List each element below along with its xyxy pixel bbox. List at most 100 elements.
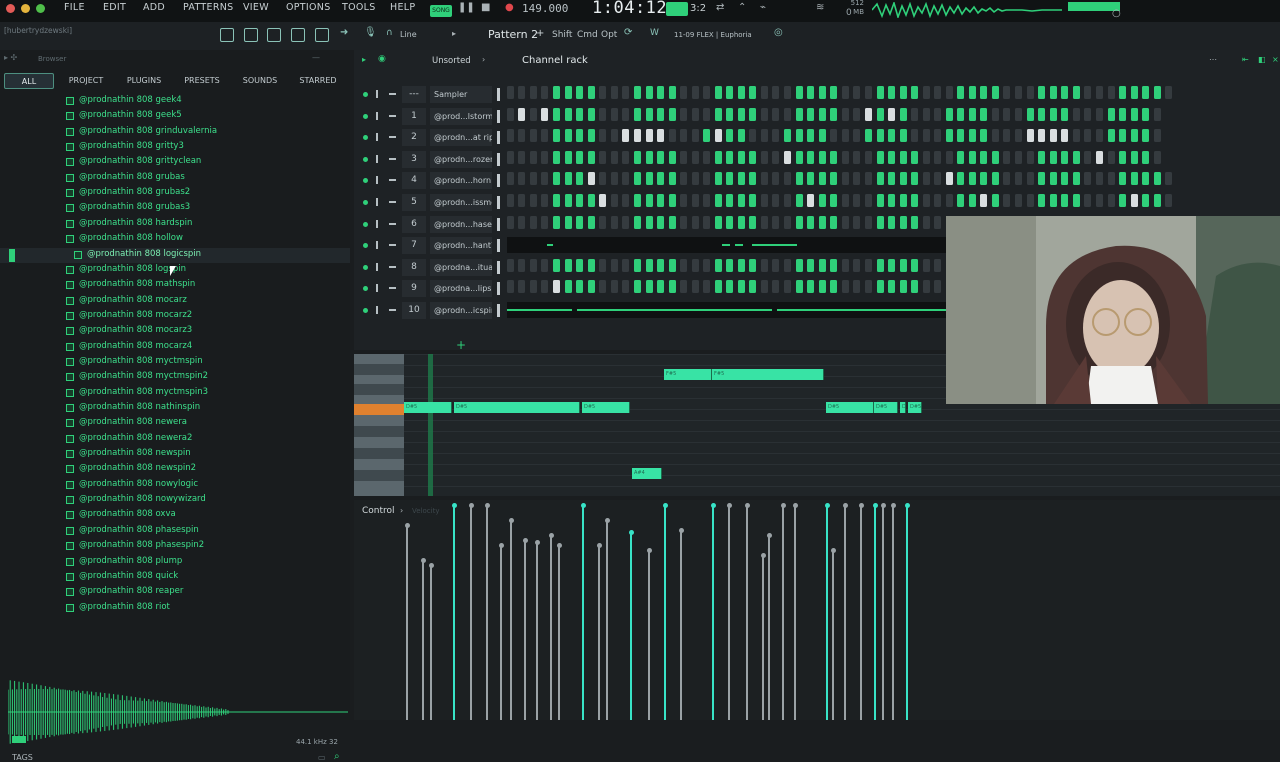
step-pad[interactable] — [1061, 150, 1069, 164]
step-pad[interactable] — [1003, 150, 1011, 164]
step-pad[interactable] — [599, 129, 607, 143]
step-pad[interactable] — [576, 86, 584, 99]
step-pad[interactable] — [599, 215, 607, 229]
step-pad[interactable] — [691, 86, 699, 99]
step-pad[interactable] — [957, 172, 965, 186]
channel-row[interactable]: 1 @prod...lstorm — [354, 106, 1280, 127]
file-item[interactable]: @prodnathin 808 newspin2 — [0, 462, 350, 477]
step-pad[interactable] — [772, 280, 780, 294]
file-item[interactable]: @prodnathin 808 myctmspin3 — [0, 386, 350, 401]
magnet-icon[interactable]: ∩ — [386, 28, 393, 38]
file-item[interactable]: @prodnathin 808 logicspin — [0, 247, 350, 263]
step-pad[interactable] — [610, 86, 618, 99]
step-pad[interactable] — [703, 280, 711, 294]
step-pad[interactable] — [529, 280, 537, 294]
channel-pan-knob[interactable] — [376, 133, 382, 142]
step-pad[interactable] — [969, 86, 976, 99]
step-pad[interactable] — [645, 258, 653, 272]
step-pad[interactable] — [934, 172, 942, 186]
step-pad[interactable] — [668, 194, 676, 207]
velocity-bar[interactable] — [453, 505, 455, 720]
step-pad[interactable] — [899, 258, 907, 272]
channel-rack-icon[interactable] — [267, 28, 281, 42]
cmd-modifier[interactable]: Cmd — [577, 30, 598, 40]
step-pad[interactable] — [818, 129, 826, 143]
step-pad[interactable] — [587, 194, 595, 207]
file-item[interactable]: @prodnathin 808 hardspin — [0, 217, 350, 232]
step-pad[interactable] — [1165, 172, 1173, 186]
step-pad[interactable] — [957, 129, 965, 143]
channel-row[interactable]: 3 @prodn...rozen — [354, 149, 1280, 170]
step-pad[interactable] — [1084, 129, 1092, 143]
step-pad[interactable] — [1049, 150, 1057, 164]
velocity-bar[interactable] — [882, 505, 884, 720]
search-icon[interactable]: ⌕ — [334, 751, 340, 762]
step-pad[interactable] — [945, 107, 953, 121]
step-pad[interactable] — [807, 194, 815, 207]
step-pad[interactable] — [1015, 150, 1023, 164]
step-pad[interactable] — [853, 194, 861, 207]
step-pad[interactable] — [1141, 86, 1149, 99]
step-pad[interactable] — [991, 129, 999, 143]
step-pad[interactable] — [679, 215, 687, 229]
step-pad[interactable] — [576, 129, 584, 143]
step-pad[interactable] — [703, 129, 711, 143]
step-pad[interactable] — [576, 280, 584, 294]
velocity-bar[interactable] — [860, 505, 862, 720]
close-window-dot[interactable] — [6, 4, 15, 13]
step-pad[interactable] — [899, 280, 907, 294]
velocity-handle[interactable] — [404, 523, 410, 528]
step-pad[interactable] — [1130, 129, 1138, 143]
step-pad[interactable] — [1107, 172, 1115, 186]
step-pad[interactable] — [910, 172, 918, 186]
step-pad[interactable] — [841, 215, 849, 229]
step-pad[interactable] — [691, 150, 699, 164]
step-pad[interactable] — [1141, 194, 1149, 207]
step-pad[interactable] — [1119, 129, 1127, 143]
step-pad[interactable] — [1026, 172, 1034, 186]
step-pad[interactable] — [795, 215, 803, 229]
step-pad[interactable] — [772, 86, 780, 99]
step-pad[interactable] — [714, 150, 722, 164]
channel-row[interactable]: --- Sampler — [354, 84, 1280, 105]
step-pad[interactable] — [1038, 172, 1046, 186]
step-pad[interactable] — [864, 280, 872, 294]
step-pad[interactable] — [1049, 107, 1057, 121]
step-pad[interactable] — [507, 129, 514, 143]
opt-modifier[interactable]: Opt — [601, 30, 617, 40]
step-pad[interactable] — [807, 129, 815, 143]
channel-mute-led[interactable] — [363, 200, 368, 205]
plugin-picker-icon[interactable] — [315, 28, 329, 42]
step-pad[interactable] — [633, 258, 641, 272]
channel-pan-knob[interactable] — [376, 219, 382, 228]
step-pad[interactable] — [703, 107, 711, 121]
step-pad[interactable] — [541, 215, 549, 229]
step-pad[interactable] — [841, 86, 849, 99]
step-pad[interactable] — [518, 215, 526, 229]
note[interactable]: F#5 — [712, 369, 824, 380]
velocity-bar[interactable] — [712, 505, 714, 720]
step-pad[interactable] — [830, 194, 838, 207]
step-pad[interactable] — [1119, 107, 1127, 121]
step-pad[interactable] — [587, 172, 595, 186]
step-pad[interactable] — [795, 129, 803, 143]
velocity-bar[interactable] — [664, 505, 666, 720]
channel-pan-knob[interactable] — [376, 90, 382, 98]
channel-name-button[interactable]: @prod...lstorm — [430, 107, 492, 125]
step-pad[interactable] — [738, 150, 745, 164]
step-pad[interactable] — [726, 258, 734, 272]
step-pad[interactable] — [841, 258, 849, 272]
step-pad[interactable] — [1061, 172, 1069, 186]
step-pad[interactable] — [945, 150, 953, 164]
step-pad[interactable] — [1026, 150, 1034, 164]
tab-starred[interactable]: STARRED — [292, 73, 344, 89]
step-pad[interactable] — [957, 194, 965, 207]
file-item[interactable]: @prodnathin 808 myctmspin — [0, 355, 350, 370]
step-pad[interactable] — [749, 129, 757, 143]
step-pad[interactable] — [830, 172, 838, 186]
step-pad[interactable] — [541, 280, 549, 294]
channel-select-toggle[interactable] — [497, 217, 500, 231]
step-pad[interactable] — [1130, 172, 1138, 186]
menu-tools[interactable]: TOOLS — [342, 2, 376, 13]
step-pad[interactable] — [1084, 172, 1092, 186]
